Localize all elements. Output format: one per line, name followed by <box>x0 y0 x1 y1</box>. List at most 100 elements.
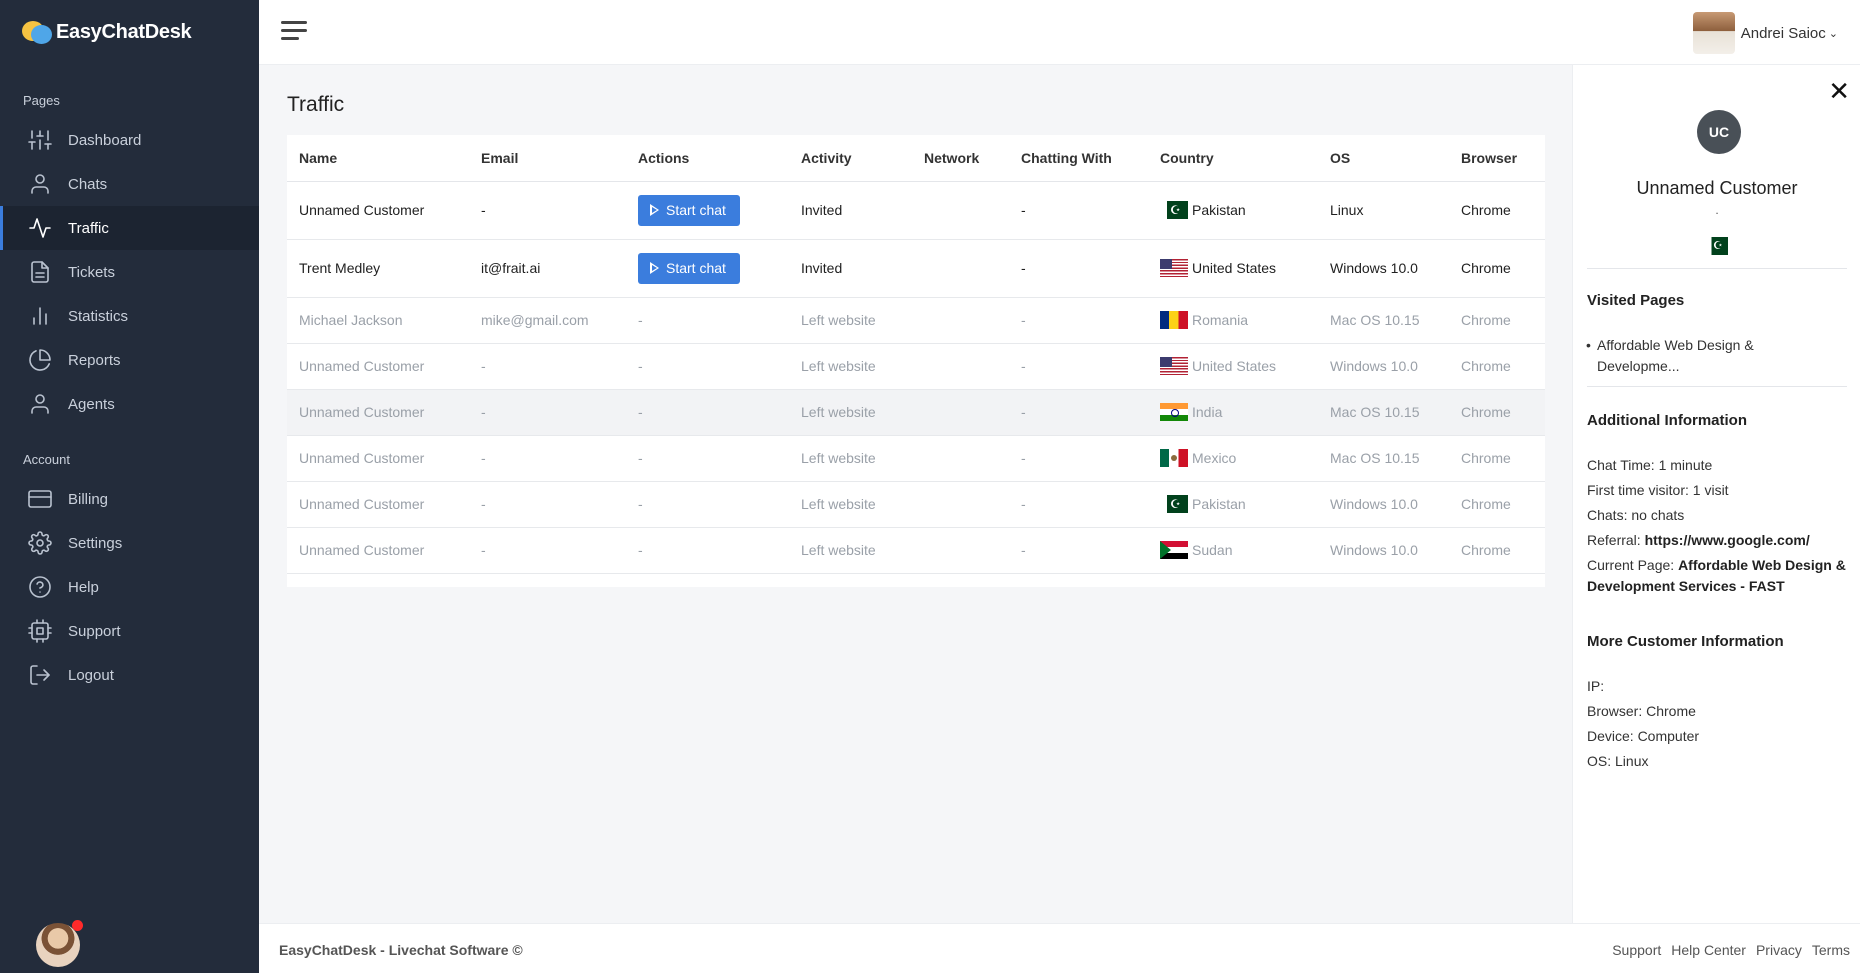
sidebar-item-label: Help <box>68 578 99 596</box>
sidebar-item-dashboard[interactable]: Dashboard <box>0 118 259 162</box>
cell-chatting-with: - <box>1009 297 1148 344</box>
sidebar-item-traffic[interactable]: Traffic <box>0 206 259 250</box>
sidebar: EasyChatDesk Pages Dashboard Chats Traff… <box>0 0 259 973</box>
sidebar-item-settings[interactable]: Settings <box>0 521 259 565</box>
notification-dot <box>72 920 83 931</box>
cell-chatting-with: - <box>1009 481 1148 528</box>
column-header-email[interactable]: Email <box>469 135 626 182</box>
table-row[interactable]: Unnamed Customer - - Left website - Suda… <box>287 527 1545 574</box>
cell-country: Pakistan <box>1148 481 1318 528</box>
customer-details-panel: ✕ UC Unnamed Customer . Visited Pages Af… <box>1572 65 1860 923</box>
footer-copyright: EasyChatDesk - Livechat Software © <box>279 942 523 958</box>
cell-actions: - <box>626 297 789 344</box>
sidebar-item-help[interactable]: Help <box>0 565 259 609</box>
cell-browser: Chrome <box>1449 527 1545 574</box>
sidebar-item-agents[interactable]: Agents <box>0 382 259 426</box>
additional-info-title: Additional Information <box>1587 412 1747 429</box>
column-header-activity[interactable]: Activity <box>789 135 912 182</box>
column-header-os[interactable]: OS <box>1318 135 1449 182</box>
cell-network <box>912 527 1009 574</box>
column-header-browser[interactable]: Browser <box>1449 135 1545 182</box>
sidebar-item-tickets[interactable]: Tickets <box>0 250 259 294</box>
cell-name: Unnamed Customer <box>287 343 469 390</box>
cell-name: Unnamed Customer <box>287 181 469 240</box>
visited-page-item[interactable]: Affordable Web Design & Developme... <box>1586 335 1837 377</box>
pakistan-flag-icon <box>1160 201 1188 219</box>
avatar <box>1692 12 1735 54</box>
sidebar-item-statistics[interactable]: Statistics <box>0 294 259 338</box>
cell-network <box>912 343 1009 390</box>
table-row[interactable]: Trent Medley it@frait.ai Start chat Invi… <box>287 239 1545 298</box>
table-row[interactable]: Unnamed Customer - - Left website - Mexi… <box>287 435 1545 482</box>
sidebar-item-label: Reports <box>68 351 121 369</box>
brand[interactable]: EasyChatDesk <box>0 0 259 64</box>
footer-link-support[interactable]: Support <box>1612 942 1661 958</box>
pie-chart-icon <box>29 349 51 371</box>
footer-link-privacy[interactable]: Privacy <box>1756 942 1802 958</box>
cell-browser: Chrome <box>1449 435 1545 482</box>
country-name: Pakistan <box>1192 202 1246 218</box>
cell-activity: Invited <box>789 181 912 240</box>
cell-actions: Start chat <box>626 181 789 240</box>
table-row[interactable]: Unnamed Customer - - Left website - Paki… <box>287 481 1545 528</box>
cell-network <box>912 435 1009 482</box>
cell-os: Linux <box>1318 181 1449 240</box>
current-page-label: Current Page: <box>1587 557 1679 573</box>
column-header-chatting-with[interactable]: Chatting With <box>1009 135 1148 182</box>
table-row[interactable]: Unnamed Customer - - Left website - Indi… <box>287 389 1545 436</box>
table-row[interactable]: Unnamed Customer - Start chat Invited - … <box>287 181 1545 240</box>
footer-link-terms[interactable]: Terms <box>1812 942 1850 958</box>
cell-name: Unnamed Customer <box>287 435 469 482</box>
cell-actions: - <box>626 435 789 482</box>
referral-link[interactable]: https://www.google.com/ <box>1645 532 1810 548</box>
sidebar-item-label: Statistics <box>68 307 129 325</box>
logout-icon <box>30 665 50 685</box>
cell-network <box>912 481 1009 528</box>
table-row[interactable]: Michael Jackson mike@gmail.com - Left we… <box>287 297 1545 344</box>
sidebar-item-logout[interactable]: Logout <box>0 653 259 697</box>
column-header-actions[interactable]: Actions <box>626 135 789 182</box>
cell-email: mike@gmail.com <box>469 297 626 344</box>
sidebar-item-support[interactable]: Support <box>0 609 259 653</box>
hamburger-menu-icon[interactable] <box>281 21 307 43</box>
cell-chatting-with: - <box>1009 389 1148 436</box>
cell-browser: Chrome <box>1449 297 1545 344</box>
activity-icon <box>29 218 51 238</box>
country-name: Mexico <box>1192 450 1237 466</box>
cell-os: Mac OS 10.15 <box>1318 297 1449 344</box>
cell-activity: Left website <box>789 297 912 344</box>
column-header-country[interactable]: Country <box>1148 135 1318 182</box>
sidebar-item-billing[interactable]: Billing <box>0 477 259 521</box>
column-header-network[interactable]: Network <box>912 135 1009 182</box>
cpu-icon <box>28 619 52 643</box>
cell-country: Mexico <box>1148 435 1318 482</box>
table-header-row: Name Email Actions Activity Network Chat… <box>287 135 1545 182</box>
cell-browser: Chrome <box>1449 481 1545 528</box>
ip-info: IP: <box>1587 678 1605 694</box>
play-icon <box>650 204 659 216</box>
main-content: Traffic Name Email Actions Activity Netw… <box>259 65 1572 923</box>
user-menu[interactable]: Andrei Saioc ⌄ <box>1692 12 1838 54</box>
start-chat-button[interactable]: Start chat <box>638 252 740 284</box>
sidebar-avatar[interactable] <box>36 920 83 967</box>
sidebar-item-reports[interactable]: Reports <box>0 338 259 382</box>
cell-network <box>912 239 1009 298</box>
country-name: United States <box>1192 260 1277 276</box>
close-icon[interactable]: ✕ <box>1828 77 1850 107</box>
india-flag-icon <box>1160 403 1188 421</box>
sidebar-item-label: Dashboard <box>68 131 142 149</box>
referral: Referral: https://www.google.com/ <box>1587 530 1852 551</box>
cell-chatting-with: - <box>1009 239 1148 298</box>
table-row[interactable]: Unnamed Customer - - Left website - Unit… <box>287 343 1545 390</box>
topbar: Andrei Saioc ⌄ <box>259 0 1860 65</box>
customer-name: Unnamed Customer <box>1636 178 1798 198</box>
mexico-flag-icon <box>1160 449 1188 467</box>
footer-link-help-center[interactable]: Help Center <box>1671 942 1746 958</box>
sidebar-item-chats[interactable]: Chats <box>0 162 259 206</box>
start-chat-label: Start chat <box>666 260 726 276</box>
cell-chatting-with: - <box>1009 181 1148 240</box>
column-header-name[interactable]: Name <box>287 135 469 182</box>
start-chat-button[interactable]: Start chat <box>638 194 740 226</box>
sidebar-item-label: Billing <box>68 490 109 508</box>
visited-pages-title: Visited Pages <box>1587 292 1685 309</box>
